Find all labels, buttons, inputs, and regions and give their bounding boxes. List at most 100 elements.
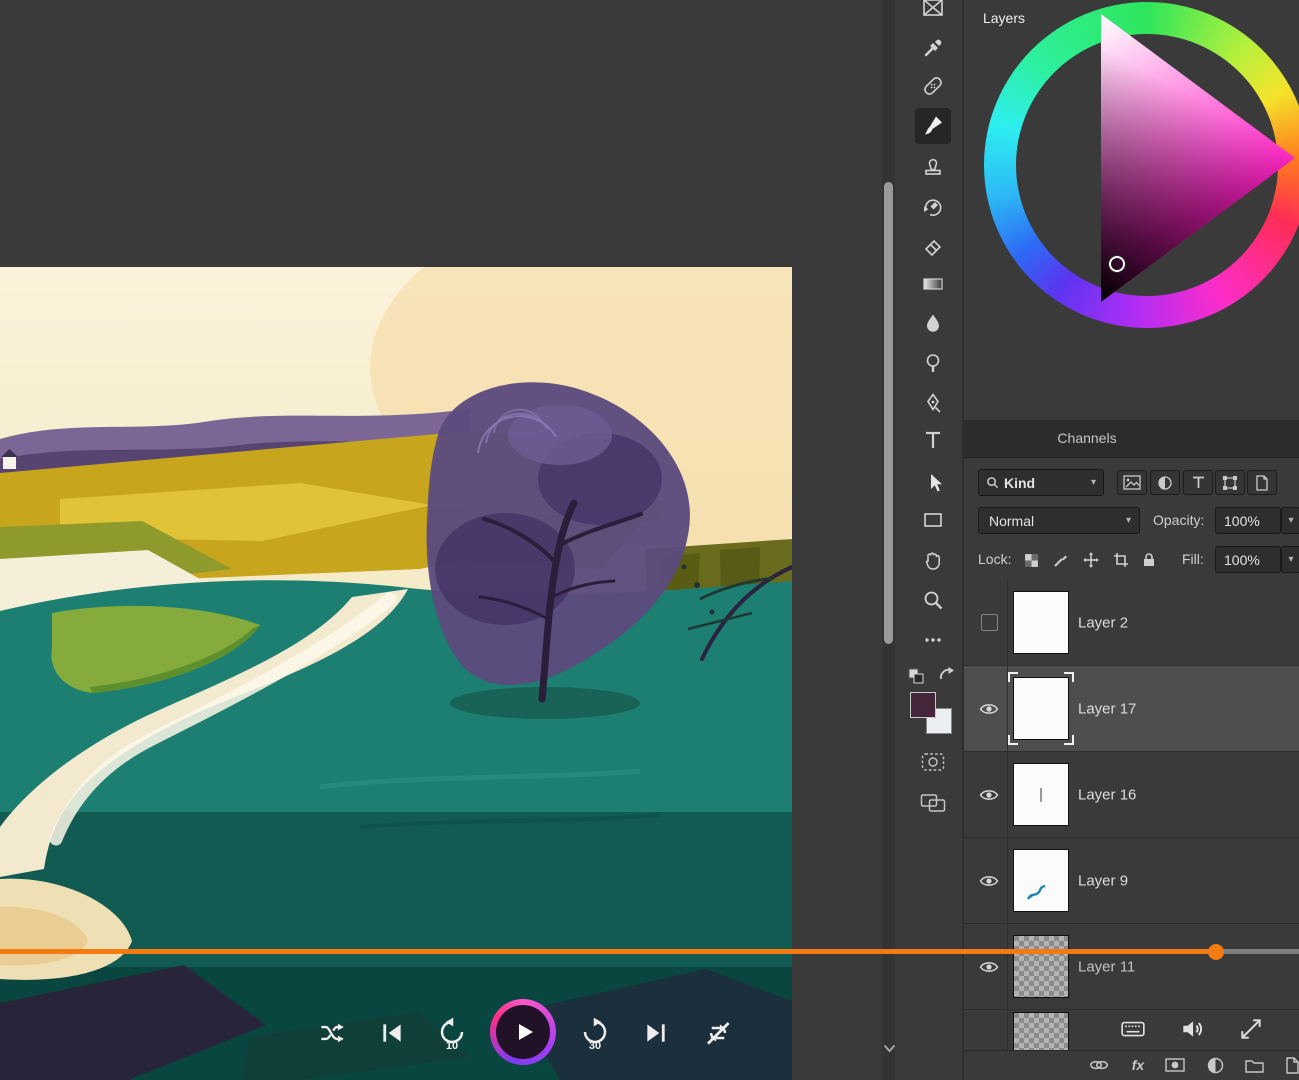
lock-artboard-icon [1113, 552, 1129, 568]
lock-position-button[interactable] [1080, 549, 1102, 571]
blend-mode-dropdown[interactable]: Normal ▾ [978, 507, 1140, 534]
layer-thumbnail[interactable] [1013, 935, 1069, 998]
chevron-down-icon: ▾ [1126, 515, 1131, 526]
frame-tool[interactable] [915, 0, 951, 26]
switch-colors-button[interactable] [936, 664, 956, 684]
new-group-button[interactable] [1243, 1054, 1265, 1076]
clone-stamp-tool[interactable] [915, 149, 951, 185]
lock-artboard-button[interactable] [1110, 549, 1132, 571]
new-layer-button[interactable] [1281, 1054, 1299, 1076]
tab-layers[interactable]: Layers [966, 0, 1042, 38]
blend-mode-value: Normal [989, 513, 1034, 529]
fill-dropdown-button[interactable]: ▾ [1281, 546, 1299, 573]
lock-transparency-button[interactable] [1020, 549, 1042, 571]
fullscreen-button[interactable] [1237, 1015, 1265, 1043]
filter-type-layers-button[interactable] [1183, 470, 1213, 495]
layer-effects-button[interactable]: fx [1127, 1054, 1149, 1076]
shape-tool[interactable] [915, 502, 951, 538]
kind-filter-dropdown[interactable]: Kind ▾ [978, 469, 1104, 496]
column-divider [1007, 752, 1008, 837]
visibility-toggle[interactable] [972, 752, 1006, 837]
saturation-triangle[interactable] [984, 2, 1299, 328]
add-layer-mask-button[interactable] [1164, 1054, 1186, 1076]
chevron-down-icon [883, 1044, 896, 1053]
visibility-toggle[interactable] [972, 924, 1006, 1009]
keyboard-shortcuts-button[interactable] [1119, 1015, 1147, 1043]
hand-tool-icon [922, 549, 944, 571]
opacity-dropdown-button[interactable]: ▾ [1281, 507, 1299, 534]
foreground-color-swatch[interactable] [910, 692, 936, 718]
switch-colors-icon [937, 665, 955, 683]
healing-brush-tool[interactable] [915, 68, 951, 104]
eraser-tool[interactable] [915, 229, 951, 265]
adjustment-layer-icon [1207, 1057, 1224, 1074]
lock-pixels-button[interactable] [1050, 549, 1072, 571]
timeline-thumb[interactable] [1208, 944, 1224, 960]
layer-row-layer-17[interactable]: Layer 17 [964, 666, 1299, 752]
default-colors-button[interactable] [906, 666, 926, 686]
type-tool[interactable] [915, 422, 951, 458]
layer-thumbnail[interactable] [1013, 591, 1069, 654]
zoom-tool[interactable] [915, 582, 951, 618]
rewind-10-button[interactable]: 10 [436, 1015, 468, 1049]
brush-tool-icon [922, 115, 944, 137]
fill-value-field[interactable]: 100% [1215, 546, 1281, 573]
lock-transparency-icon [1024, 553, 1039, 568]
skip-back-icon [379, 1020, 405, 1046]
pen-tool-icon [922, 392, 944, 414]
layer-row-layer-11[interactable]: Layer 11 [964, 924, 1299, 1010]
previous-button[interactable] [378, 1019, 406, 1047]
gradient-tool[interactable] [915, 266, 951, 302]
fill-value: 100% [1224, 552, 1260, 568]
column-divider [1007, 580, 1008, 665]
tab-channels[interactable]: Channels [1042, 420, 1132, 457]
layer-row-layer-2[interactable]: Layer 2 [964, 580, 1299, 666]
repeat-off-button[interactable] [702, 1017, 734, 1049]
scrollbar-thumb[interactable] [884, 182, 893, 644]
timeline-progress-bar[interactable] [0, 949, 1299, 954]
screen-mode-button[interactable] [919, 791, 947, 815]
smart-object-filter-icon [1255, 475, 1269, 491]
visibility-toggle[interactable] [972, 666, 1006, 751]
opacity-label: Opacity: [1153, 507, 1204, 534]
column-divider [1007, 924, 1008, 1009]
filter-pixel-layers-button[interactable] [1117, 470, 1147, 495]
filter-smart-objects-button[interactable] [1247, 470, 1277, 495]
volume-button[interactable] [1178, 1015, 1206, 1043]
quick-mask-button[interactable] [920, 751, 946, 773]
lock-all-button[interactable] [1138, 549, 1160, 571]
forward-seconds-label: 30 [579, 1040, 611, 1052]
forward-30-button[interactable]: 30 [579, 1015, 611, 1049]
hand-tool[interactable] [915, 542, 951, 578]
pen-tool[interactable] [915, 385, 951, 421]
layer-row-layer-9[interactable]: Layer 9 [964, 838, 1299, 924]
play-button[interactable] [490, 999, 556, 1065]
canvas-artwork[interactable] [0, 267, 792, 1080]
zoom-tool-icon [922, 589, 944, 611]
blur-tool[interactable] [915, 305, 951, 341]
visibility-toggle[interactable] [972, 838, 1006, 923]
opacity-value-field[interactable]: 100% [1215, 507, 1281, 534]
next-button[interactable] [642, 1019, 670, 1047]
brush-tool[interactable] [915, 108, 951, 144]
adjustment-layer-button[interactable] [1204, 1054, 1226, 1076]
layer-row-layer-16[interactable]: Layer 16 [964, 752, 1299, 838]
eyedropper-tool[interactable] [915, 30, 951, 66]
search-icon [986, 476, 999, 489]
more-tools[interactable] [915, 622, 951, 658]
layer-thumbnail[interactable] [1013, 849, 1069, 912]
visibility-toggle[interactable] [972, 580, 1006, 665]
link-layers-button[interactable] [1088, 1054, 1110, 1076]
layer-thumbnail[interactable] [1013, 763, 1069, 826]
filter-adjustment-layers-button[interactable] [1150, 470, 1180, 495]
folder-icon [1245, 1058, 1264, 1073]
filter-shape-layers-button[interactable] [1215, 470, 1245, 495]
dodge-tool[interactable] [915, 345, 951, 381]
healing-brush-tool-icon [922, 75, 944, 97]
shuffle-button[interactable] [318, 1019, 346, 1047]
scroll-down-button[interactable] [881, 1040, 897, 1056]
layers-panel-bottom-bar: fx [964, 1050, 1299, 1080]
history-brush-tool[interactable] [915, 189, 951, 225]
layer-name: Layer 11 [1078, 958, 1135, 975]
path-select-tool[interactable] [915, 465, 951, 501]
